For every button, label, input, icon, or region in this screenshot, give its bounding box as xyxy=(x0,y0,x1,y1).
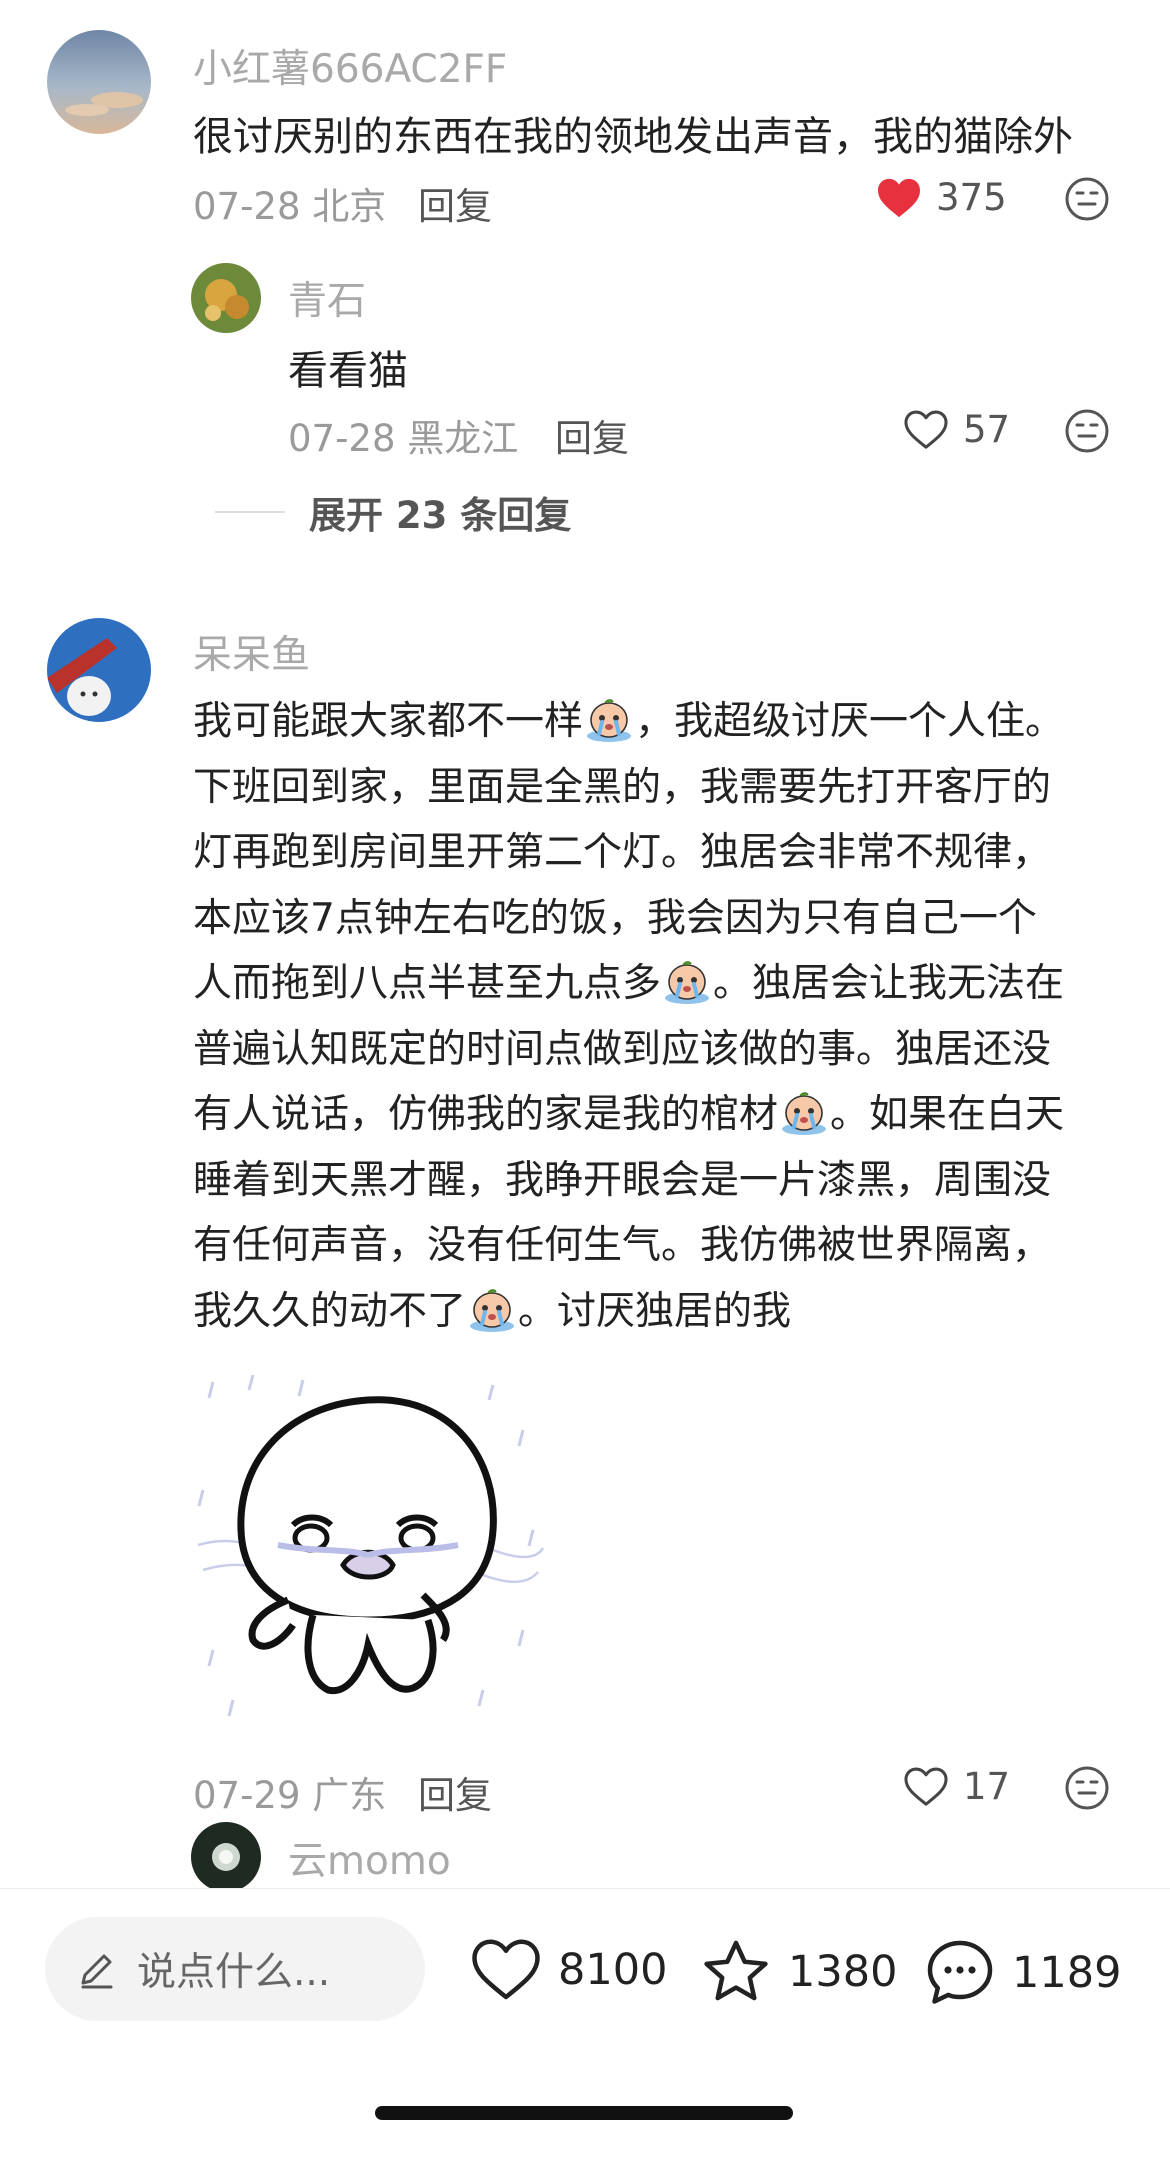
heart-outline-icon xyxy=(472,1939,540,2000)
comment-line-text: 。讨厌独居的我 xyxy=(518,1289,792,1334)
comment-line: 本应该7点钟左右吃的饭，我会因为只有自己一个 xyxy=(193,887,1037,943)
comment-line-text: 有人说话，仿佛我的家是我的棺材 xyxy=(193,1092,779,1137)
avatar[interactable] xyxy=(191,1822,261,1892)
home-indicator xyxy=(375,2106,793,2120)
comment-line: 人而拖到八点半甚至九点多 。独居会让我无法在 xyxy=(193,952,1064,1014)
comment-date-location: 07-29 广东 xyxy=(193,1774,387,1817)
comment-text: 看看猫 xyxy=(288,348,408,394)
like-button[interactable]: 17 xyxy=(903,1765,1010,1808)
like-count: 8100 xyxy=(558,1945,668,1995)
comment-line-text: 我可能跟大家都不一样 xyxy=(193,699,584,744)
crying-blob-sticker[interactable] xyxy=(193,1370,548,1725)
username[interactable]: 云momo xyxy=(288,1830,451,1886)
like-post-button[interactable]: 8100 xyxy=(470,1937,667,2003)
username[interactable]: 小红薯666AC2FF xyxy=(193,38,507,94)
heart-outline-icon xyxy=(904,410,948,449)
like-button[interactable]: 57 xyxy=(903,408,1010,451)
like-count: 17 xyxy=(963,1765,1011,1808)
comment-line-text: 睡着到天黑才醒，我睁开眼会是一片漆黑，周围没 xyxy=(193,1158,1052,1203)
star-outline-icon xyxy=(704,1940,768,2001)
comment-line: 我可能跟大家都不一样 ，我超级讨厌一个人住。 xyxy=(193,690,1064,752)
pencil-icon xyxy=(81,1954,113,1989)
expand-replies[interactable]: 展开 23 条回复 xyxy=(215,485,571,539)
emoji-reaction-icon[interactable] xyxy=(1064,408,1110,454)
bottom-action-bar: 说点什么... 8100 1380 1189 xyxy=(0,1888,1170,2173)
comment-line-text: 有任何声音，没有任何生气。我仿佛被世界隔离， xyxy=(193,1223,1052,1268)
comment-line: 下班回到家，里面是全黑的，我需要先打开客厅的 xyxy=(193,756,1051,812)
comment-line: 灯再跑到房间里开第二个灯。独居会非常不规律， xyxy=(193,821,1051,877)
comment-line-text: 下班回到家，里面是全黑的，我需要先打开客厅的 xyxy=(193,765,1052,810)
comment-date-location: 07-28 黑龙江 xyxy=(288,417,519,460)
heart-outline-icon xyxy=(904,1767,948,1806)
emoji-reaction-icon[interactable] xyxy=(1064,176,1110,222)
comment-line-text: 。独居会让我无法在 xyxy=(713,961,1065,1006)
comment-bubble-icon xyxy=(927,1940,993,2004)
comment-line-text: 普遍认知既定的时间点做到应该做的事。独居还没 xyxy=(193,1027,1052,1072)
avatar[interactable] xyxy=(191,263,261,333)
username[interactable]: 青石 xyxy=(288,270,366,326)
comment-line-text: 本应该7点钟左右吃的饭，我会因为只有自己一个 xyxy=(193,896,1037,941)
comment-line-text: 人而拖到八点半甚至九点多 xyxy=(193,961,662,1006)
comment-date-location: 07-28 北京 xyxy=(193,185,387,228)
comment-line: 我久久的动不了 。讨厌独居的我 xyxy=(193,1280,791,1342)
divider xyxy=(215,511,285,513)
emoji-reaction-icon[interactable] xyxy=(1064,1765,1110,1811)
like-count: 375 xyxy=(936,176,1007,219)
comment-line: 有人说话，仿佛我的家是我的棺材 。如果在白天 xyxy=(193,1083,1064,1145)
reply-button[interactable]: 回复 xyxy=(418,1765,492,1819)
comment-line-text: 灯再跑到房间里开第二个灯。独居会非常不规律， xyxy=(193,830,1052,875)
like-count: 57 xyxy=(963,408,1011,451)
comment-line-text: 我久久的动不了 xyxy=(193,1289,467,1334)
comment-button[interactable]: 1189 xyxy=(924,1937,1121,2009)
crying-emoji-icon xyxy=(663,960,711,1014)
comment-line: 睡着到天黑才醒，我睁开眼会是一片漆黑，周围没 xyxy=(193,1149,1051,1205)
username[interactable]: 呆呆鱼 xyxy=(193,624,310,680)
avatar[interactable] xyxy=(47,30,151,134)
comment-text: 很讨厌别的东西在我的领地发出声音，我的猫除外 xyxy=(193,114,1073,160)
reply-button[interactable]: 回复 xyxy=(555,408,629,462)
expand-replies-label: 展开 23 条回复 xyxy=(309,494,572,537)
favorite-count: 1380 xyxy=(788,1947,898,1997)
comment-line: 普遍认知既定的时间点做到应该做的事。独居还没 xyxy=(193,1018,1051,1074)
crying-emoji-icon xyxy=(780,1091,828,1145)
heart-filled-icon xyxy=(878,178,920,217)
comment-input-placeholder: 说点什么... xyxy=(137,1950,331,1995)
comment-line: 有任何声音，没有任何生气。我仿佛被世界隔离， xyxy=(193,1214,1051,1270)
crying-emoji-icon xyxy=(585,698,633,752)
comment-line-text: ，我超级讨厌一个人住。 xyxy=(635,699,1065,744)
comment-count: 1189 xyxy=(1012,1948,1122,1998)
reply-button[interactable]: 回复 xyxy=(418,176,492,230)
avatar[interactable] xyxy=(47,618,151,722)
comment-input[interactable]: 说点什么... xyxy=(45,1917,425,2021)
crying-emoji-icon xyxy=(468,1288,516,1342)
like-button[interactable]: 375 xyxy=(876,176,1007,219)
favorite-button[interactable]: 1380 xyxy=(700,1937,897,2007)
comment-line-text: 。如果在白天 xyxy=(830,1092,1065,1137)
